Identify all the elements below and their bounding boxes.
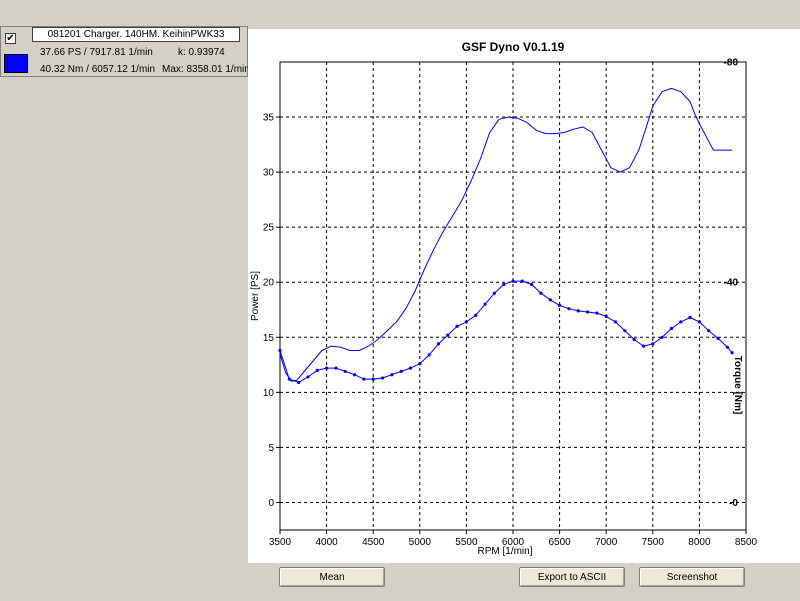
torque-data-point — [548, 298, 552, 302]
y-tick-label: 25 — [263, 223, 275, 234]
run-name-field[interactable]: 081201 Charger. 140HM. KeihinPWK33 — [32, 27, 240, 42]
torque-data-point — [688, 315, 692, 320]
y-tick-label: 15 — [263, 333, 275, 344]
y2-tick-label: -80 — [724, 58, 739, 69]
x-tick-label: 7500 — [642, 537, 665, 548]
x-tick-label: 8000 — [688, 537, 711, 548]
torque-data-point — [623, 329, 627, 333]
torque-data-point — [730, 351, 734, 355]
torque-data-point — [632, 337, 636, 342]
screenshot-button[interactable]: Screenshot — [639, 567, 745, 587]
torque-data-point — [576, 309, 580, 313]
torque-data-point — [343, 369, 347, 374]
torque-data-point — [558, 303, 562, 307]
torque-data-point — [287, 377, 291, 381]
torque-data-point — [669, 326, 674, 331]
torque-data-point — [660, 335, 664, 339]
series-color-swatch[interactable] — [4, 54, 28, 73]
dyno-chart-svg: 3500 4000 4500 5000 5500 6000 6500 7000 7500 8000… — [250, 40, 758, 557]
torque-data-point — [315, 368, 319, 372]
torque-data-point — [390, 373, 394, 377]
torque-data-point — [567, 307, 571, 311]
torque-data-point — [520, 279, 524, 283]
x-tick-label: 4500 — [362, 537, 385, 548]
torque-data-point — [278, 348, 282, 353]
torque-data-point — [362, 377, 366, 381]
y2-axis-label: Torque [Nm] — [732, 356, 743, 415]
torque-data-point — [408, 366, 413, 370]
torque-data-point — [455, 324, 459, 328]
torque-data-point — [483, 302, 487, 306]
x-tick-label: 4000 — [315, 537, 338, 548]
power-info: 37.66 PS / 7917.81 1/min — [40, 47, 153, 58]
torque-data-point — [511, 279, 515, 283]
k-factor-info: k: 0.93974 — [178, 47, 225, 58]
torque-data-point — [297, 380, 301, 385]
max-rpm-info: Max: 8358.01 1/min — [162, 64, 250, 75]
x-tick-label: 5500 — [455, 537, 478, 548]
torque-data-point — [492, 291, 496, 295]
torque-data-point — [595, 311, 599, 315]
torque-data-point — [585, 310, 590, 314]
torque-data-point — [436, 342, 441, 346]
torque-data-point — [613, 320, 618, 324]
torque-data-point — [707, 329, 711, 333]
export-ascii-button[interactable]: Export to ASCII — [519, 567, 625, 587]
y-tick-labels: 0 5 10 15 20 25 30 35 — [263, 113, 275, 509]
torque-data-point — [679, 320, 683, 324]
y2-tick-label: -40 — [724, 278, 739, 289]
y-axis-label: Power [PS] — [250, 271, 261, 321]
torque-data-point — [641, 344, 646, 348]
torque-data-point — [399, 369, 403, 374]
torque-data-point — [725, 345, 729, 349]
torque-data-point — [464, 320, 468, 324]
torque-data-point — [446, 333, 450, 337]
y-tick-label: 30 — [263, 168, 275, 179]
torque-data-point — [334, 366, 338, 370]
torque-data-point — [474, 313, 478, 317]
torque-data-point — [604, 314, 608, 318]
run-visible-checkbox[interactable]: ✔ — [5, 33, 16, 44]
x-tick-label: 3500 — [269, 537, 292, 548]
torque-data-point — [352, 373, 357, 377]
torque-data-point — [530, 282, 534, 287]
torque-data-point — [371, 377, 375, 381]
torque-data-point — [697, 320, 702, 324]
x-axis-label: RPM [1/min] — [477, 546, 532, 557]
y-tick-label: 10 — [263, 388, 275, 399]
y-tick-label: 5 — [268, 443, 274, 454]
torque-data-point — [539, 291, 543, 295]
x-tick-label: 5000 — [409, 537, 432, 548]
y2-tick-label: -0 — [729, 498, 738, 509]
torque-data-point — [325, 366, 329, 370]
chart-title: GSF Dyno V0.1.19 — [462, 40, 565, 54]
mean-button[interactable]: Mean — [279, 567, 385, 587]
torque-data-point — [651, 342, 655, 346]
torque-data-point — [380, 376, 385, 380]
torque-data-point — [306, 375, 310, 379]
torque-data-point — [418, 362, 422, 366]
y-tick-label: 35 — [263, 113, 275, 124]
dyno-chart: 3500 4000 4500 5000 5500 6000 6500 7000 7500 8000… — [248, 29, 800, 563]
x-tick-label: 6500 — [548, 537, 571, 548]
torque-info: 40.32 Nm / 6057.12 1/min — [40, 64, 156, 75]
y-tick-label: 20 — [263, 278, 275, 289]
torque-data-point — [427, 353, 431, 357]
torque-data-point — [716, 336, 720, 340]
torque-data-point — [502, 282, 506, 287]
x-tick-label: 8500 — [735, 537, 758, 548]
y-tick-label: 0 — [268, 498, 274, 509]
x-tick-label: 7000 — [595, 537, 618, 548]
